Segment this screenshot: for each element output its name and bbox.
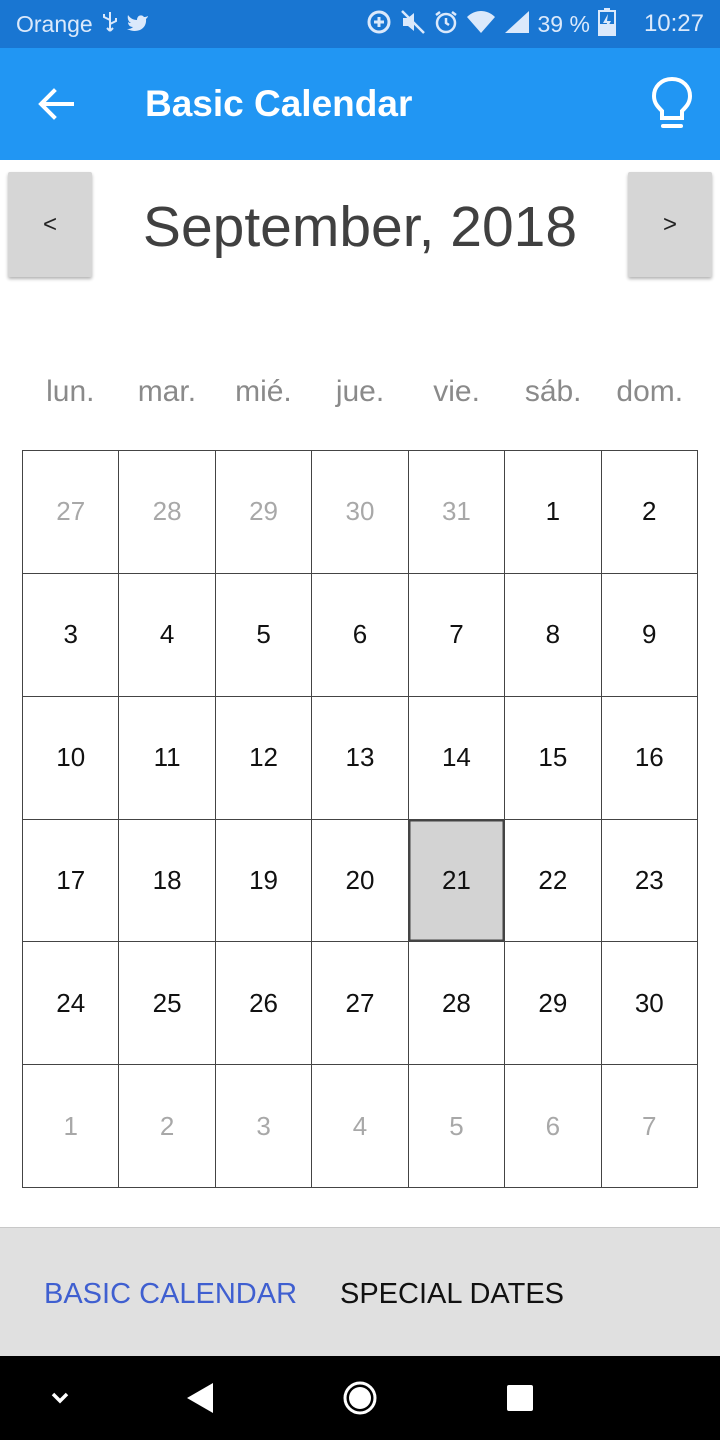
day-cell[interactable]: 23 xyxy=(601,819,698,943)
back-triangle-icon xyxy=(187,1383,213,1413)
day-cell-other-month[interactable]: 29 xyxy=(215,451,313,574)
day-cell-other-month[interactable]: 7 xyxy=(601,1065,698,1188)
back-button[interactable] xyxy=(34,82,78,126)
next-month-button[interactable]: > xyxy=(628,172,712,277)
wifi-icon xyxy=(466,10,496,38)
tab-special-dates[interactable]: SPECIAL DATES xyxy=(340,1228,564,1357)
weekday-header: lun. mar. mié. jue. vie. sáb. dom. xyxy=(22,362,698,422)
month-title: September, 2018 xyxy=(142,195,578,259)
arrow-back-icon xyxy=(38,88,74,120)
carrier-name: Orange xyxy=(16,10,93,37)
day-cell[interactable]: 12 xyxy=(215,696,313,820)
data-saver-icon xyxy=(366,9,392,39)
day-cell-selected[interactable]: 21 xyxy=(408,819,506,943)
mute-icon xyxy=(400,9,426,39)
nav-hide-keyboard-button[interactable] xyxy=(36,1356,84,1440)
page-title: Basic Calendar xyxy=(145,83,413,124)
day-cell[interactable]: 19 xyxy=(215,819,313,943)
day-cell-other-month[interactable]: 30 xyxy=(312,451,409,574)
weekday-label: sáb. xyxy=(524,375,582,408)
day-cell[interactable]: 16 xyxy=(601,696,698,820)
tab-bar: BASIC CALENDAR SPECIAL DATES xyxy=(0,1227,720,1356)
day-cell[interactable]: 13 xyxy=(312,696,409,820)
day-cell[interactable]: 8 xyxy=(505,573,602,697)
twitter-icon xyxy=(126,13,149,36)
tab-basic-calendar[interactable]: BASIC CALENDAR xyxy=(44,1228,297,1357)
day-cell-other-month[interactable]: 28 xyxy=(119,451,216,574)
status-bar: Orange 39 % 10:27 xyxy=(0,0,720,48)
day-cell-other-month[interactable]: 4 xyxy=(312,1065,409,1188)
lightbulb-icon xyxy=(651,76,693,128)
day-cell[interactable]: 29 xyxy=(505,942,602,1066)
day-cell-other-month[interactable]: 6 xyxy=(505,1065,602,1188)
day-cell[interactable]: 10 xyxy=(23,696,120,820)
day-cell[interactable]: 11 xyxy=(119,696,216,820)
nav-back-button[interactable] xyxy=(176,1356,224,1440)
day-cell[interactable]: 17 xyxy=(23,819,120,943)
day-cell-other-month[interactable]: 5 xyxy=(408,1065,506,1188)
battery-percent: 39 % xyxy=(537,10,590,37)
day-cell[interactable]: 7 xyxy=(408,573,506,697)
day-cell[interactable]: 2 xyxy=(601,451,698,574)
day-cell[interactable]: 22 xyxy=(505,819,602,943)
day-cell[interactable]: 1 xyxy=(505,451,602,574)
day-cell[interactable]: 27 xyxy=(312,942,409,1066)
day-cell-other-month[interactable]: 3 xyxy=(215,1065,313,1188)
day-cell[interactable]: 25 xyxy=(119,942,216,1066)
weekday-label: jue. xyxy=(335,375,385,408)
nav-recents-button[interactable] xyxy=(496,1356,544,1440)
day-cell[interactable]: 4 xyxy=(119,573,216,697)
day-cell[interactable]: 14 xyxy=(408,696,506,820)
day-cell[interactable]: 15 xyxy=(505,696,602,820)
day-cell[interactable]: 30 xyxy=(601,942,698,1066)
calendar-grid: 27 28 29 30 31 1 2 3 4 5 6 7 8 9 10 11 12 13 14 15 16 17 18 19 2… xyxy=(22,450,698,1188)
clock: 10:27 xyxy=(643,10,704,37)
day-cell[interactable]: 3 xyxy=(23,573,120,697)
status-right: 39 % 10:27 xyxy=(366,8,704,40)
usb-icon xyxy=(101,11,119,37)
day-cell-other-month[interactable]: 27 xyxy=(23,451,120,574)
home-circle-icon xyxy=(343,1381,377,1415)
battery-charging-icon xyxy=(597,8,616,40)
signal-icon xyxy=(504,10,530,38)
system-nav-bar xyxy=(0,1356,720,1440)
day-cell-other-month[interactable]: 2 xyxy=(119,1065,216,1188)
day-cell[interactable]: 28 xyxy=(408,942,506,1066)
day-cell[interactable]: 5 xyxy=(215,573,313,697)
day-cell-other-month[interactable]: 1 xyxy=(23,1065,120,1188)
day-cell[interactable]: 18 xyxy=(119,819,216,943)
prev-month-button[interactable]: < xyxy=(8,172,92,277)
weekday-label: dom. xyxy=(616,375,684,408)
day-cell[interactable]: 26 xyxy=(215,942,313,1066)
day-cell[interactable]: 9 xyxy=(601,573,698,697)
day-cell[interactable]: 6 xyxy=(312,573,409,697)
theme-toggle-button[interactable] xyxy=(650,76,694,132)
weekday-label: mié. xyxy=(235,375,292,408)
recents-square-icon xyxy=(507,1385,533,1411)
day-cell[interactable]: 24 xyxy=(23,942,120,1066)
status-left: Orange xyxy=(16,11,149,38)
day-cell-other-month[interactable]: 31 xyxy=(408,451,506,574)
app-bar: Basic Calendar xyxy=(0,48,720,160)
weekday-label: vie. xyxy=(433,375,480,408)
nav-home-button[interactable] xyxy=(336,1356,384,1440)
weekday-label: mar. xyxy=(137,375,197,408)
chevron-down-icon xyxy=(51,1392,69,1404)
weekday-label: lun. xyxy=(46,375,95,408)
day-cell[interactable]: 20 xyxy=(312,819,409,943)
alarm-icon xyxy=(434,10,458,38)
